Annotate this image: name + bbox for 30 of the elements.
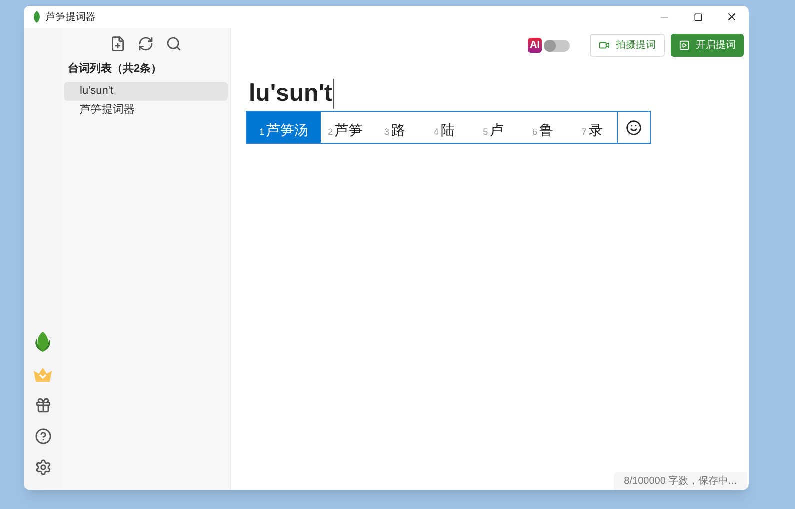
ime-candidate[interactable]: 4 陆 [420, 112, 469, 143]
ime-candidate[interactable]: 2 芦笋 [321, 112, 370, 143]
editor-text[interactable]: lu'sun't [249, 79, 334, 109]
start-prompt-button[interactable]: 开启提词 [671, 34, 744, 57]
camera-icon [599, 40, 610, 51]
status-bar: 8/100000 字数，保存中... [614, 472, 747, 490]
ime-candidate[interactable]: 7 录 [568, 112, 617, 143]
settings-icon[interactable] [34, 459, 52, 476]
window-title: 芦笋提词器 [46, 10, 96, 24]
search-icon[interactable] [166, 36, 182, 52]
list-heading: 台词列表（共2条） [68, 62, 164, 77]
record-prompt-button[interactable]: 拍摄提词 [590, 34, 665, 57]
leaf-logo-icon[interactable] [33, 331, 53, 353]
new-file-icon[interactable] [110, 36, 126, 52]
ime-candidate[interactable]: 1 芦笋汤 [247, 112, 321, 143]
play-icon [679, 40, 690, 51]
ai-toggle[interactable] [544, 40, 570, 52]
gift-icon[interactable] [34, 397, 52, 414]
ime-candidate[interactable]: 5 卢 [468, 112, 518, 143]
script-list-item[interactable]: lu'sun't [64, 82, 228, 100]
ime-candidate[interactable]: 3 路 [370, 112, 420, 143]
ime-candidate[interactable]: 6 鲁 [518, 112, 568, 143]
maximize-icon [694, 12, 702, 22]
close-icon [726, 11, 738, 23]
refresh-icon[interactable] [138, 36, 154, 52]
leaf-logo-icon [32, 11, 42, 23]
ai-badge: AI [528, 38, 542, 53]
emoji-icon[interactable] [626, 120, 642, 136]
help-icon[interactable] [34, 428, 52, 445]
script-list-item[interactable]: 芦笋提词器 [64, 100, 228, 120]
